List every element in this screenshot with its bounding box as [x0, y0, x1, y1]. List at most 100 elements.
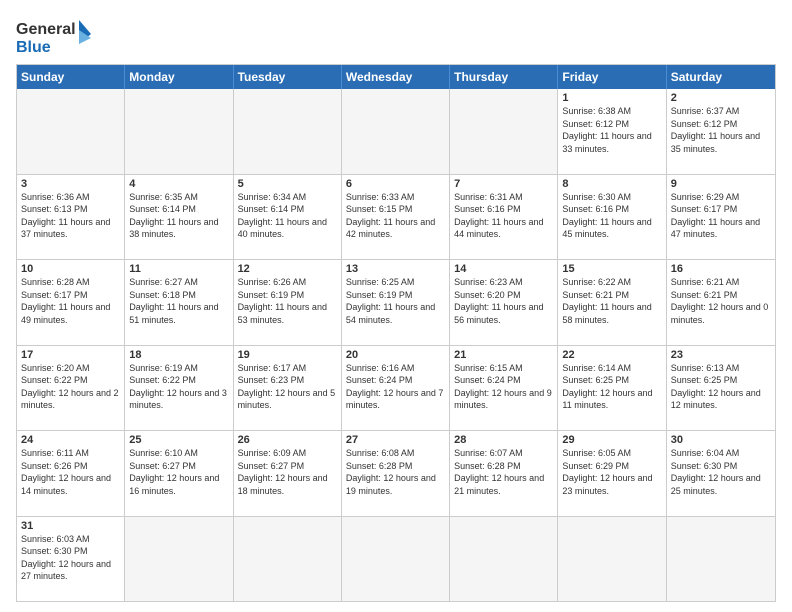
calendar-cell: 23Sunrise: 6:13 AMSunset: 6:25 PMDayligh… — [667, 346, 775, 431]
calendar-cell — [450, 89, 558, 174]
day-number: 2 — [671, 92, 771, 104]
sun-info: Sunrise: 6:27 AMSunset: 6:18 PMDaylight:… — [129, 276, 228, 326]
sun-info: Sunrise: 6:11 AMSunset: 6:26 PMDaylight:… — [21, 447, 120, 497]
calendar-cell: 30Sunrise: 6:04 AMSunset: 6:30 PMDayligh… — [667, 431, 775, 516]
calendar-cell: 5Sunrise: 6:34 AMSunset: 6:14 PMDaylight… — [234, 175, 342, 260]
sun-info: Sunrise: 6:23 AMSunset: 6:20 PMDaylight:… — [454, 276, 553, 326]
sun-info: Sunrise: 6:26 AMSunset: 6:19 PMDaylight:… — [238, 276, 337, 326]
calendar-cell: 19Sunrise: 6:17 AMSunset: 6:23 PMDayligh… — [234, 346, 342, 431]
calendar-cell: 10Sunrise: 6:28 AMSunset: 6:17 PMDayligh… — [17, 260, 125, 345]
calendar-cell — [234, 89, 342, 174]
day-number: 25 — [129, 434, 228, 446]
day-number: 22 — [562, 349, 661, 361]
calendar-cell — [450, 517, 558, 602]
sun-info: Sunrise: 6:15 AMSunset: 6:24 PMDaylight:… — [454, 362, 553, 412]
day-number: 17 — [21, 349, 120, 361]
sun-info: Sunrise: 6:35 AMSunset: 6:14 PMDaylight:… — [129, 191, 228, 241]
calendar-cell: 12Sunrise: 6:26 AMSunset: 6:19 PMDayligh… — [234, 260, 342, 345]
day-number: 12 — [238, 263, 337, 275]
calendar-cell: 1Sunrise: 6:38 AMSunset: 6:12 PMDaylight… — [558, 89, 666, 174]
sun-info: Sunrise: 6:10 AMSunset: 6:27 PMDaylight:… — [129, 447, 228, 497]
calendar-cell: 28Sunrise: 6:07 AMSunset: 6:28 PMDayligh… — [450, 431, 558, 516]
day-number: 14 — [454, 263, 553, 275]
calendar-cell — [125, 89, 233, 174]
sun-info: Sunrise: 6:22 AMSunset: 6:21 PMDaylight:… — [562, 276, 661, 326]
day-number: 7 — [454, 178, 553, 190]
day-number: 13 — [346, 263, 445, 275]
calendar-cell: 15Sunrise: 6:22 AMSunset: 6:21 PMDayligh… — [558, 260, 666, 345]
svg-text:Blue: Blue — [16, 39, 51, 56]
day-header-wednesday: Wednesday — [342, 65, 450, 89]
calendar-cell: 31Sunrise: 6:03 AMSunset: 6:30 PMDayligh… — [17, 517, 125, 602]
calendar-cell — [342, 517, 450, 602]
sun-info: Sunrise: 6:14 AMSunset: 6:25 PMDaylight:… — [562, 362, 661, 412]
week-row-6: 31Sunrise: 6:03 AMSunset: 6:30 PMDayligh… — [17, 516, 775, 602]
day-number: 16 — [671, 263, 771, 275]
calendar-cell — [342, 89, 450, 174]
calendar-cell: 18Sunrise: 6:19 AMSunset: 6:22 PMDayligh… — [125, 346, 233, 431]
page: GeneralBlue SundayMondayTuesdayWednesday… — [0, 0, 792, 612]
day-number: 20 — [346, 349, 445, 361]
day-header-tuesday: Tuesday — [234, 65, 342, 89]
generalblue-logo-icon: GeneralBlue — [16, 16, 96, 56]
calendar-cell: 4Sunrise: 6:35 AMSunset: 6:14 PMDaylight… — [125, 175, 233, 260]
sun-info: Sunrise: 6:08 AMSunset: 6:28 PMDaylight:… — [346, 447, 445, 497]
day-number: 3 — [21, 178, 120, 190]
sun-info: Sunrise: 6:19 AMSunset: 6:22 PMDaylight:… — [129, 362, 228, 412]
sun-info: Sunrise: 6:04 AMSunset: 6:30 PMDaylight:… — [671, 447, 771, 497]
sun-info: Sunrise: 6:03 AMSunset: 6:30 PMDaylight:… — [21, 533, 120, 583]
calendar-cell: 9Sunrise: 6:29 AMSunset: 6:17 PMDaylight… — [667, 175, 775, 260]
sun-info: Sunrise: 6:05 AMSunset: 6:29 PMDaylight:… — [562, 447, 661, 497]
week-row-5: 24Sunrise: 6:11 AMSunset: 6:26 PMDayligh… — [17, 430, 775, 516]
sun-info: Sunrise: 6:09 AMSunset: 6:27 PMDaylight:… — [238, 447, 337, 497]
calendar-cell: 21Sunrise: 6:15 AMSunset: 6:24 PMDayligh… — [450, 346, 558, 431]
sun-info: Sunrise: 6:30 AMSunset: 6:16 PMDaylight:… — [562, 191, 661, 241]
day-number: 30 — [671, 434, 771, 446]
day-header-saturday: Saturday — [667, 65, 775, 89]
sun-info: Sunrise: 6:21 AMSunset: 6:21 PMDaylight:… — [671, 276, 771, 326]
day-header-monday: Monday — [125, 65, 233, 89]
sun-info: Sunrise: 6:20 AMSunset: 6:22 PMDaylight:… — [21, 362, 120, 412]
day-number: 26 — [238, 434, 337, 446]
sun-info: Sunrise: 6:37 AMSunset: 6:12 PMDaylight:… — [671, 105, 771, 155]
day-number: 11 — [129, 263, 228, 275]
calendar-body: 1Sunrise: 6:38 AMSunset: 6:12 PMDaylight… — [17, 89, 775, 601]
calendar-cell: 16Sunrise: 6:21 AMSunset: 6:21 PMDayligh… — [667, 260, 775, 345]
day-number: 6 — [346, 178, 445, 190]
calendar-cell: 3Sunrise: 6:36 AMSunset: 6:13 PMDaylight… — [17, 175, 125, 260]
calendar-cell — [17, 89, 125, 174]
sun-info: Sunrise: 6:28 AMSunset: 6:17 PMDaylight:… — [21, 276, 120, 326]
calendar-cell — [125, 517, 233, 602]
week-row-2: 3Sunrise: 6:36 AMSunset: 6:13 PMDaylight… — [17, 174, 775, 260]
sun-info: Sunrise: 6:13 AMSunset: 6:25 PMDaylight:… — [671, 362, 771, 412]
day-header-friday: Friday — [558, 65, 666, 89]
day-number: 9 — [671, 178, 771, 190]
sun-info: Sunrise: 6:38 AMSunset: 6:12 PMDaylight:… — [562, 105, 661, 155]
day-number: 28 — [454, 434, 553, 446]
calendar-header: SundayMondayTuesdayWednesdayThursdayFrid… — [17, 65, 775, 89]
day-number: 4 — [129, 178, 228, 190]
day-number: 5 — [238, 178, 337, 190]
week-row-3: 10Sunrise: 6:28 AMSunset: 6:17 PMDayligh… — [17, 259, 775, 345]
calendar: SundayMondayTuesdayWednesdayThursdayFrid… — [16, 64, 776, 602]
calendar-cell: 25Sunrise: 6:10 AMSunset: 6:27 PMDayligh… — [125, 431, 233, 516]
sun-info: Sunrise: 6:34 AMSunset: 6:14 PMDaylight:… — [238, 191, 337, 241]
day-number: 27 — [346, 434, 445, 446]
calendar-cell: 22Sunrise: 6:14 AMSunset: 6:25 PMDayligh… — [558, 346, 666, 431]
week-row-4: 17Sunrise: 6:20 AMSunset: 6:22 PMDayligh… — [17, 345, 775, 431]
day-header-sunday: Sunday — [17, 65, 125, 89]
calendar-cell — [234, 517, 342, 602]
calendar-cell: 27Sunrise: 6:08 AMSunset: 6:28 PMDayligh… — [342, 431, 450, 516]
day-number: 23 — [671, 349, 771, 361]
day-number: 21 — [454, 349, 553, 361]
calendar-cell: 26Sunrise: 6:09 AMSunset: 6:27 PMDayligh… — [234, 431, 342, 516]
calendar-cell: 11Sunrise: 6:27 AMSunset: 6:18 PMDayligh… — [125, 260, 233, 345]
day-number: 24 — [21, 434, 120, 446]
sun-info: Sunrise: 6:25 AMSunset: 6:19 PMDaylight:… — [346, 276, 445, 326]
calendar-cell: 29Sunrise: 6:05 AMSunset: 6:29 PMDayligh… — [558, 431, 666, 516]
calendar-cell: 7Sunrise: 6:31 AMSunset: 6:16 PMDaylight… — [450, 175, 558, 260]
calendar-cell: 14Sunrise: 6:23 AMSunset: 6:20 PMDayligh… — [450, 260, 558, 345]
header: GeneralBlue — [16, 16, 776, 56]
sun-info: Sunrise: 6:16 AMSunset: 6:24 PMDaylight:… — [346, 362, 445, 412]
calendar-cell: 13Sunrise: 6:25 AMSunset: 6:19 PMDayligh… — [342, 260, 450, 345]
